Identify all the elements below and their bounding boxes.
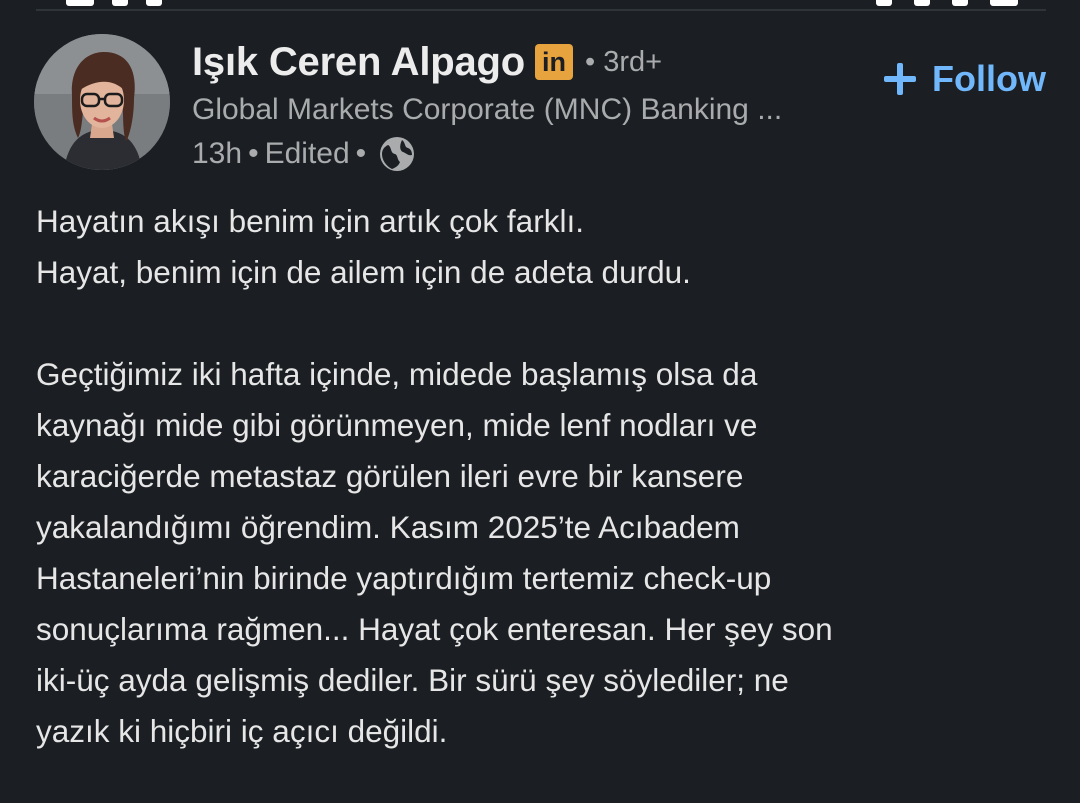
linkedin-post-view: Işık Ceren Alpago in • 3rd+ Global Marke… bbox=[0, 0, 1080, 803]
author-name[interactable]: Işık Ceren Alpago bbox=[192, 40, 525, 85]
top-divider bbox=[36, 9, 1046, 11]
signal-icon bbox=[952, 0, 968, 6]
meta-separator: • bbox=[248, 137, 259, 170]
plus-icon bbox=[882, 61, 918, 97]
status-bar-right bbox=[876, 0, 1018, 6]
notification-icon bbox=[112, 0, 128, 6]
author-headline: Global Markets Corporate (MNC) Banking .… bbox=[192, 93, 783, 126]
post-line: Hayatın akışı benim için artık çok farkl… bbox=[36, 203, 584, 239]
author-name-row: Işık Ceren Alpago in • 3rd+ bbox=[192, 36, 782, 88]
alarm-icon bbox=[876, 0, 892, 6]
follow-label: Follow bbox=[932, 58, 1046, 99]
post-line: Geçtiğimiz iki hafta içinde, midede başl… bbox=[36, 356, 758, 392]
post-line: kaynağı mide gibi görünmeyen, mide lenf … bbox=[36, 407, 758, 443]
post-line: Hastaneleri’nin birinde yaptırdığım tert… bbox=[36, 560, 772, 596]
connection-degree: • 3rd+ bbox=[585, 45, 663, 78]
linkedin-icon: in bbox=[535, 44, 573, 80]
avatar[interactable] bbox=[34, 34, 170, 170]
status-bar bbox=[0, 0, 1080, 8]
post-line: karaciğerde metastaz görülen ileri evre … bbox=[36, 458, 744, 494]
wifi-icon bbox=[914, 0, 930, 6]
status-bar-left bbox=[66, 0, 162, 6]
post-meta: 13h • Edited • bbox=[192, 134, 782, 174]
notification-icon bbox=[146, 0, 162, 6]
meta-separator: • bbox=[355, 137, 367, 170]
follow-button[interactable]: Follow bbox=[882, 58, 1046, 100]
post-line: Hayat, benim için de ailem için de adeta… bbox=[36, 254, 691, 290]
edited-label: Edited bbox=[264, 137, 350, 170]
post-line: sonuçlarıma rağmen... Hayat çok enteresa… bbox=[36, 611, 833, 647]
post-line: yazık ki hiçbiri iç açıcı değildi. bbox=[36, 713, 448, 749]
battery-icon bbox=[990, 0, 1018, 6]
author-block: Işık Ceren Alpago in • 3rd+ Global Marke… bbox=[192, 36, 782, 174]
post-line: iki-üç ayda gelişmiş dediler. Bir sürü ş… bbox=[36, 662, 789, 698]
globe-icon bbox=[378, 135, 416, 173]
post-body[interactable]: Hayatın akışı benim için artık çok farkl… bbox=[36, 196, 1046, 757]
post-line: yakalandığımı öğrendim. Kasım 2025’te Ac… bbox=[36, 509, 740, 545]
clock-glyph bbox=[66, 0, 94, 6]
post-time: 13h bbox=[192, 137, 243, 170]
